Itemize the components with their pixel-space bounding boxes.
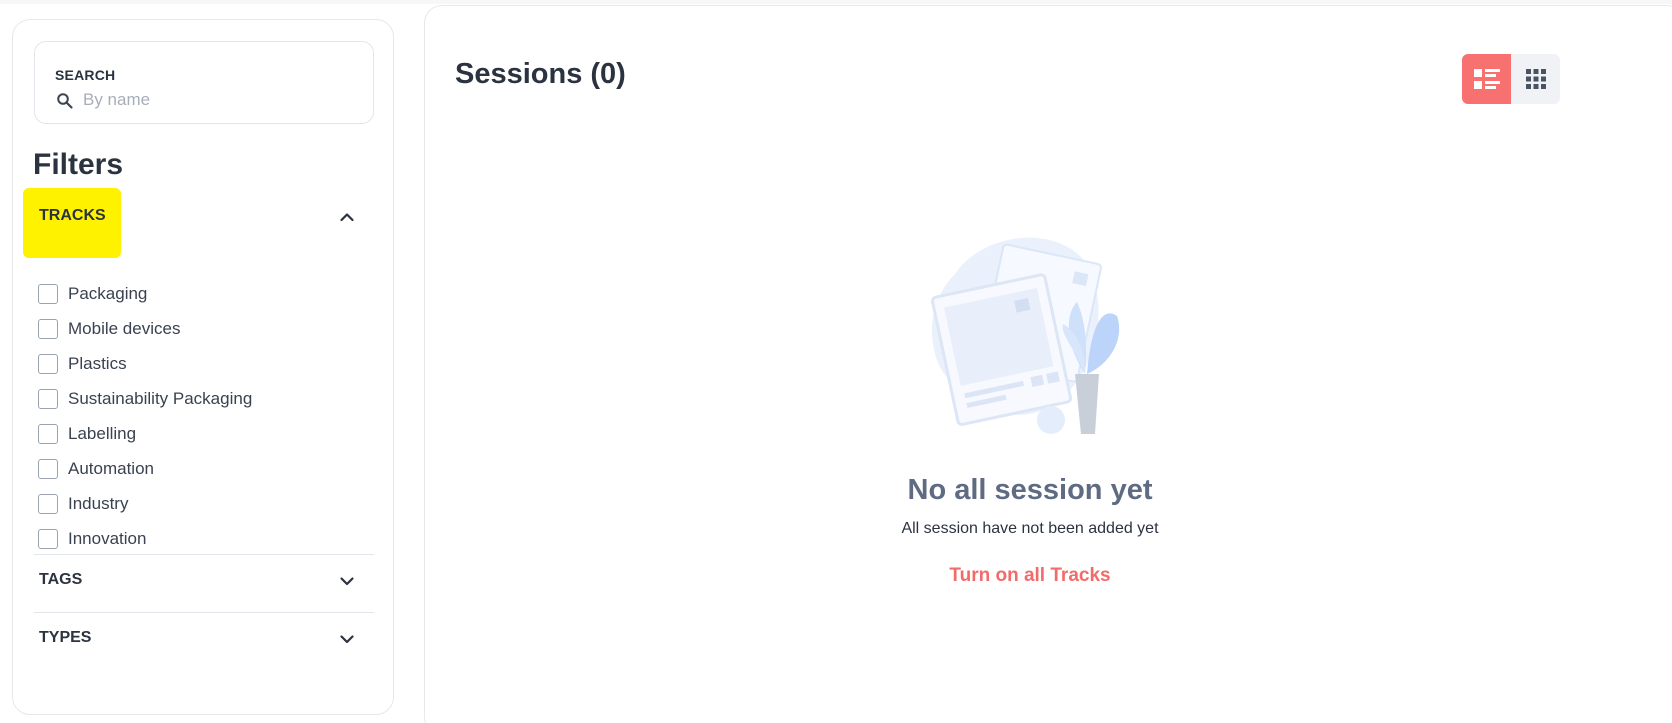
track-label: Industry	[68, 493, 129, 513]
tags-section-label: TAGS	[39, 571, 83, 588]
track-label: Automation	[68, 458, 154, 478]
divider	[34, 554, 374, 555]
search-input[interactable]	[83, 86, 353, 114]
checkbox[interactable]	[38, 458, 58, 479]
empty-state-illustration	[931, 237, 1120, 434]
checkbox[interactable]	[38, 493, 58, 514]
track-label: Packaging	[68, 283, 148, 303]
turn-on-all-tracks-link[interactable]: Turn on all Tracks	[425, 565, 1635, 587]
view-toggle	[1462, 54, 1560, 104]
types-section-header[interactable]: TYPES	[39, 625, 355, 655]
track-label: Mobile devices	[68, 318, 181, 338]
tags-section-header[interactable]: TAGS	[39, 567, 355, 597]
track-label: Sustainability Packaging	[68, 388, 253, 408]
track-label: Plastics	[68, 353, 127, 373]
tracks-section-header[interactable]: TRACKS	[39, 203, 355, 233]
types-section-label: TYPES	[39, 629, 92, 646]
page-title: Sessions (0)	[455, 58, 626, 90]
track-item-innovation[interactable]: Innovation	[38, 521, 358, 556]
empty-state-title: No all session yet	[907, 474, 1153, 506]
chevron-down-icon[interactable]	[339, 631, 355, 647]
search-icon	[57, 93, 73, 109]
list-view-button[interactable]	[1462, 54, 1511, 104]
checkbox[interactable]	[38, 353, 58, 374]
list-view-icon	[1473, 69, 1500, 89]
track-item-mobile-devices[interactable]: Mobile devices	[38, 311, 358, 346]
search-box[interactable]: SEARCH	[34, 41, 374, 124]
checkbox[interactable]	[38, 423, 58, 444]
tracks-list: Packaging Mobile devices Plastics Sustai…	[38, 276, 358, 556]
track-label: Innovation	[68, 528, 147, 548]
track-item-sustainability-packaging[interactable]: Sustainability Packaging	[38, 381, 358, 416]
track-label: Labelling	[68, 423, 137, 443]
checkbox[interactable]	[38, 318, 58, 339]
chevron-down-icon[interactable]	[339, 573, 355, 589]
grid-view-button[interactable]	[1511, 54, 1560, 104]
search-label: SEARCH	[55, 67, 116, 83]
checkbox[interactable]	[38, 283, 58, 304]
track-item-automation[interactable]: Automation	[38, 451, 358, 486]
top-strip	[0, 0, 1672, 4]
grid-view-icon	[1525, 69, 1546, 89]
filters-title: Filters	[33, 148, 124, 181]
divider	[34, 612, 374, 613]
empty-state-subtitle: All session have not been added yet	[901, 520, 1159, 537]
track-item-industry[interactable]: Industry	[38, 486, 358, 521]
checkbox[interactable]	[38, 388, 58, 409]
filters-sidebar: SEARCH Filters TRACKS Packaging Mobile d…	[12, 19, 394, 715]
track-item-labelling[interactable]: Labelling	[38, 416, 358, 451]
track-item-plastics[interactable]: Plastics	[38, 346, 358, 381]
checkbox[interactable]	[38, 528, 58, 549]
track-item-packaging[interactable]: Packaging	[38, 276, 358, 311]
sessions-panel: Sessions (0) No all session yet All sess…	[424, 5, 1672, 723]
chevron-up-icon[interactable]	[339, 209, 355, 225]
tracks-section-label: TRACKS	[39, 207, 106, 224]
